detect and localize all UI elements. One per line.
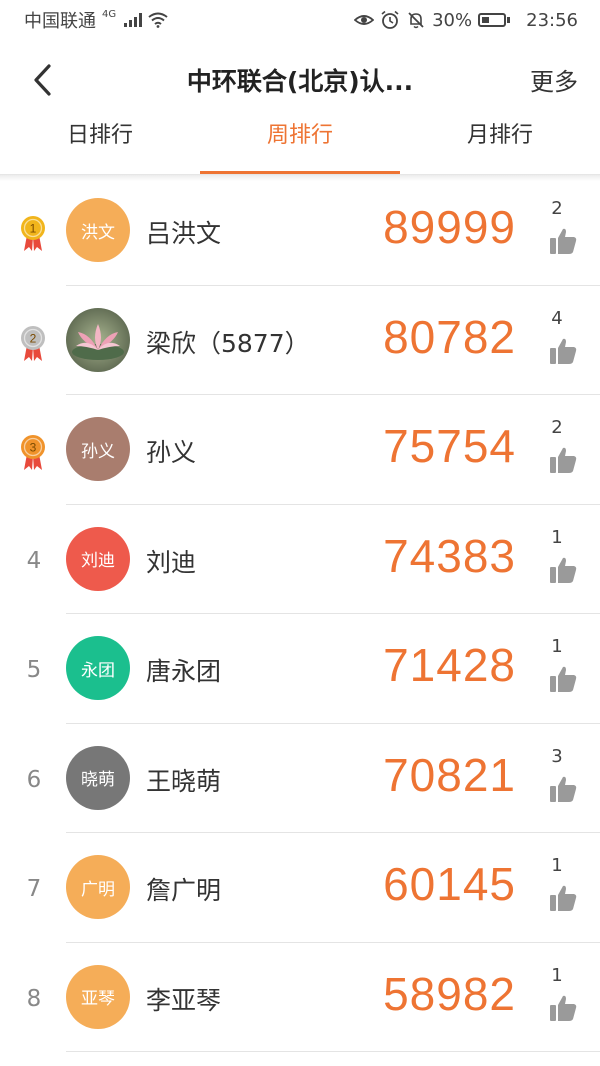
- rank-number: 6: [26, 766, 42, 793]
- ranking-row[interactable]: 2 梁欣（5877） 80782 4: [0, 286, 600, 395]
- row-divider: [66, 1051, 600, 1052]
- tab-weekly[interactable]: 周排行: [200, 105, 400, 174]
- like-count: 2: [551, 417, 563, 438]
- signal-icon: [124, 13, 143, 27]
- avatar[interactable]: 亚琴: [66, 964, 130, 1029]
- step-score: 60145: [383, 858, 516, 910]
- ranking-row[interactable]: 4 刘迪 刘迪 74383 1: [0, 505, 600, 614]
- tab-daily[interactable]: 日排行: [0, 105, 200, 174]
- clock: 23:56: [526, 9, 578, 31]
- more-button[interactable]: 更多: [530, 62, 578, 97]
- alarm-icon: [381, 10, 399, 29]
- lotus-photo: [66, 307, 130, 372]
- tab-monthly[interactable]: 月排行: [400, 105, 600, 174]
- step-score: 80782: [383, 310, 516, 363]
- rank-number: 5: [26, 657, 42, 683]
- avatar[interactable]: 永团: [66, 636, 130, 700]
- step-score: 58982: [383, 967, 516, 1020]
- ranking-row[interactable]: 5 永团 唐永团 71428 1: [0, 614, 600, 724]
- avatar-initials: 刘迪: [81, 551, 115, 571]
- thumbs-up-icon[interactable]: [548, 664, 578, 694]
- thumbs-up-icon[interactable]: [548, 774, 578, 804]
- medal-silver-icon: 2: [21, 325, 45, 361]
- member-name: 吕洪文: [146, 219, 222, 248]
- medal-bronze-icon: 3: [21, 435, 45, 470]
- page-title: 中环联合(北京)认...: [186, 67, 414, 96]
- ranking-row[interactable]: 3 孙义 孙义 75754 2: [0, 395, 600, 505]
- ranking-row[interactable]: 8 亚琴 李亚琴 58982 1: [0, 943, 600, 1052]
- like-count: 3: [551, 745, 563, 767]
- step-score: 70821: [383, 748, 516, 801]
- member-name: 孙义: [146, 438, 197, 467]
- avatar-initials: 洪文: [81, 222, 115, 243]
- battery-percent: 30%: [432, 9, 473, 31]
- rank-number: 7: [26, 876, 42, 902]
- like-count: 1: [551, 636, 563, 657]
- rank-number: 8: [26, 985, 42, 1012]
- medal-gold-icon: 1: [21, 216, 45, 251]
- ranking-row[interactable]: 1 洪文 吕洪文 89999 2: [0, 176, 600, 286]
- ranking-tabs: 日排行 周排行 月排行: [0, 105, 600, 175]
- avatar[interactable]: 广明: [66, 855, 130, 919]
- carrier-label: 中国联通: [24, 11, 96, 32]
- step-score: 75754: [383, 420, 516, 472]
- status-right: 30% 23:56: [354, 10, 578, 31]
- avatar[interactable]: [66, 307, 130, 372]
- avatar[interactable]: 刘迪: [66, 526, 130, 591]
- mute-bell-icon: [408, 12, 424, 29]
- status-left: 中国联通 4G: [24, 7, 168, 33]
- thumbs-up-icon[interactable]: [548, 336, 578, 366]
- rank-number: 4: [26, 547, 42, 574]
- network-type: 4G: [102, 8, 117, 20]
- wifi-icon: [148, 12, 168, 28]
- thumbs-up-icon[interactable]: [548, 993, 578, 1023]
- thumbs-up-icon[interactable]: [548, 555, 578, 585]
- like-count: 2: [551, 198, 563, 219]
- member-name: 李亚琴: [146, 985, 222, 1015]
- avatar[interactable]: 晓萌: [66, 745, 130, 810]
- svg-text:2: 2: [30, 331, 37, 345]
- step-score: 89999: [383, 201, 516, 253]
- status-bar: 中国联通 4G 30% 23:56: [0, 0, 600, 40]
- avatar[interactable]: 孙义: [66, 417, 130, 481]
- ranking-list: 1 洪文 吕洪文 89999 2 2 梁欣（5877） 80782 4 3 孙义…: [0, 176, 600, 1052]
- avatar-initials: 亚琴: [81, 989, 115, 1009]
- member-name: 王晓萌: [146, 766, 222, 796]
- avatar-initials: 孙义: [81, 441, 115, 462]
- eye-icon: [354, 15, 375, 25]
- avatar-initials: 晓萌: [81, 770, 115, 790]
- member-name: 唐永团: [146, 657, 222, 686]
- ranking-row[interactable]: 7 广明 詹广明 60145 1: [0, 833, 600, 943]
- thumbs-up-icon[interactable]: [548, 226, 578, 256]
- thumbs-up-icon[interactable]: [548, 883, 578, 913]
- avatar[interactable]: 洪文: [66, 198, 130, 262]
- svg-text:3: 3: [30, 441, 37, 455]
- step-score: 74383: [383, 529, 516, 582]
- like-count: 1: [551, 855, 563, 876]
- member-name: 刘迪: [146, 547, 197, 577]
- battery-icon: [478, 13, 511, 27]
- ranking-row[interactable]: 6 晓萌 王晓萌 70821 3: [0, 724, 600, 833]
- svg-text:1: 1: [30, 222, 37, 236]
- like-count: 1: [551, 526, 563, 548]
- member-name: 梁欣（5877）: [146, 328, 310, 358]
- step-score: 71428: [383, 639, 516, 691]
- avatar-initials: 永团: [81, 660, 115, 681]
- thumbs-up-icon[interactable]: [548, 445, 578, 475]
- like-count: 1: [551, 964, 563, 986]
- like-count: 4: [551, 307, 563, 329]
- avatar-initials: 广明: [81, 879, 115, 900]
- member-name: 詹广明: [146, 876, 222, 905]
